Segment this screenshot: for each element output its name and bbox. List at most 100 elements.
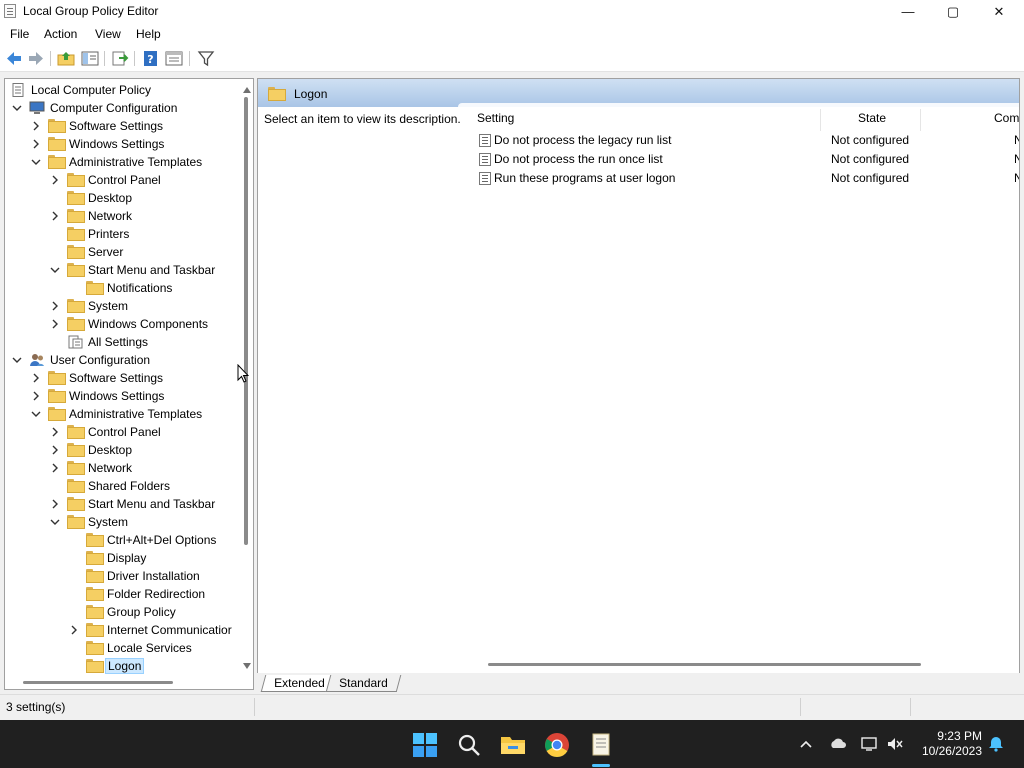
tree-node[interactable]: Server (5, 243, 237, 261)
chevron-right-icon[interactable] (30, 371, 42, 385)
volume-muted-icon[interactable] (886, 736, 904, 752)
tree-node[interactable]: Driver Installation (5, 567, 237, 585)
filter-icon[interactable] (197, 50, 215, 67)
chevron-right-icon[interactable] (68, 623, 80, 637)
maximize-button[interactable]: ▢ (930, 0, 976, 23)
start-windows-icon[interactable] (412, 732, 438, 758)
search-icon[interactable] (456, 732, 482, 758)
chevron-right-icon[interactable] (49, 299, 61, 313)
chevron-down-icon[interactable] (11, 353, 23, 367)
tree-node[interactable]: Windows Settings (5, 387, 237, 405)
tree-node[interactable]: Notifications (5, 279, 237, 297)
close-button[interactable]: ✕ (976, 0, 1022, 23)
export-list-icon[interactable] (111, 50, 129, 67)
tree-node[interactable]: Network (5, 459, 237, 477)
menu-view[interactable]: View (95, 27, 121, 41)
tree-node[interactable]: Printers (5, 225, 237, 243)
chevron-right-icon[interactable] (49, 173, 61, 187)
up-folder-icon[interactable] (57, 50, 75, 67)
tab-standard[interactable]: Standard (325, 675, 401, 692)
menu-help[interactable]: Help (136, 27, 161, 41)
policy-state: Not configured (831, 171, 910, 185)
tree-node[interactable]: Software Settings (5, 117, 237, 135)
tree-node[interactable]: Network (5, 207, 237, 225)
tree-node[interactable]: User Configuration (5, 351, 237, 369)
tree-node[interactable]: System (5, 513, 237, 531)
tree-node[interactable]: Local Computer Policy (5, 81, 237, 99)
tree-node[interactable]: Group Policy (5, 603, 237, 621)
back-arrow-icon[interactable] (5, 50, 23, 67)
status-bar: 3 setting(s) (0, 694, 1024, 718)
chevron-right-icon[interactable] (49, 461, 61, 475)
system-clock[interactable]: 9:23 PM 10/26/2023 (920, 729, 982, 759)
tree-node[interactable]: Start Menu and Taskbar (5, 261, 237, 279)
tree-node[interactable]: Folder Redirection (5, 585, 237, 603)
tree-node[interactable]: Administrative Templates (5, 405, 237, 423)
tree-node[interactable]: Windows Components (5, 315, 237, 333)
chevron-right-icon[interactable] (49, 497, 61, 511)
chevron-down-icon[interactable] (49, 263, 61, 277)
scroll-up-arrow-icon[interactable] (243, 87, 251, 93)
chevron-down-icon[interactable] (30, 407, 42, 421)
chevron-right-icon[interactable] (49, 209, 61, 223)
policy-state: Not configured (831, 133, 910, 147)
minimize-button[interactable]: — (885, 0, 931, 23)
column-header-setting[interactable]: Setting (477, 111, 514, 133)
tree-node[interactable]: Logon (5, 657, 237, 675)
tree-node[interactable]: All Settings (5, 333, 237, 351)
tree-node[interactable]: System (5, 297, 237, 315)
chevron-down-icon[interactable] (30, 155, 42, 169)
column-header-comment[interactable]: Com (994, 111, 1019, 133)
folder-icon (86, 641, 104, 655)
tree-node[interactable]: Display (5, 549, 237, 567)
tree-node[interactable]: Start Menu and Taskbar (5, 495, 237, 513)
policy-row[interactable]: Do not process the run once list Not conf… (476, 150, 1019, 169)
notification-bell-icon[interactable] (987, 736, 1005, 752)
tree-node[interactable]: Control Panel (5, 423, 237, 441)
show-hidden-icons-chevron-icon[interactable] (797, 736, 815, 752)
scroll-thumb[interactable] (244, 97, 248, 545)
folder-icon (67, 425, 85, 439)
tree-node[interactable]: Computer Configuration (5, 99, 237, 117)
menu-file[interactable]: File (10, 27, 29, 41)
chevron-right-icon[interactable] (49, 317, 61, 331)
tree-node[interactable]: Desktop (5, 189, 237, 207)
tree-node[interactable]: Desktop (5, 441, 237, 459)
chevron-down-icon[interactable] (11, 101, 23, 115)
onedrive-cloud-icon[interactable] (829, 736, 847, 752)
tree-node[interactable]: Control Panel (5, 171, 237, 189)
chevron-right-icon[interactable] (49, 443, 61, 457)
tree-node[interactable]: Administrative Templates (5, 153, 237, 171)
tree-node-label: Start Menu and Taskbar (88, 263, 216, 277)
column-header-state[interactable]: State (858, 111, 886, 133)
help-icon[interactable]: ? (142, 50, 160, 67)
tree-node[interactable]: Software Settings (5, 369, 237, 387)
menu-action[interactable]: Action (44, 27, 77, 41)
policy-row[interactable]: Do not process the legacy run list Not co… (476, 131, 1019, 150)
chevron-down-icon[interactable] (49, 515, 61, 529)
chevron-right-icon[interactable] (30, 389, 42, 403)
properties-icon[interactable] (165, 50, 183, 67)
column-divider[interactable] (820, 109, 821, 131)
tree-node-label: Display (107, 551, 147, 565)
tree-node[interactable]: Internet Communicatior (5, 621, 237, 639)
chevron-right-icon[interactable] (30, 137, 42, 151)
tree-node[interactable]: Locale Services (5, 639, 237, 657)
tree-horizontal-scrollbar[interactable] (23, 681, 173, 684)
policy-row[interactable]: Run these programs at user logon Not conf… (476, 169, 1019, 188)
group-policy-taskbar-icon[interactable] (588, 732, 614, 758)
details-horizontal-scrollbar[interactable] (488, 663, 921, 666)
show-hide-tree-icon[interactable] (81, 50, 99, 67)
file-explorer-icon[interactable] (500, 732, 526, 758)
folder-icon (86, 605, 104, 619)
chrome-icon[interactable] (544, 732, 570, 758)
scroll-down-arrow-icon[interactable] (243, 663, 251, 669)
column-divider[interactable] (920, 109, 921, 131)
forward-arrow-icon[interactable] (27, 50, 45, 67)
tree-node[interactable]: Ctrl+Alt+Del Options (5, 531, 237, 549)
network-icon[interactable] (860, 736, 878, 752)
chevron-right-icon[interactable] (30, 119, 42, 133)
tree-node[interactable]: Windows Settings (5, 135, 237, 153)
chevron-right-icon[interactable] (49, 425, 61, 439)
tree-node[interactable]: Shared Folders (5, 477, 237, 495)
